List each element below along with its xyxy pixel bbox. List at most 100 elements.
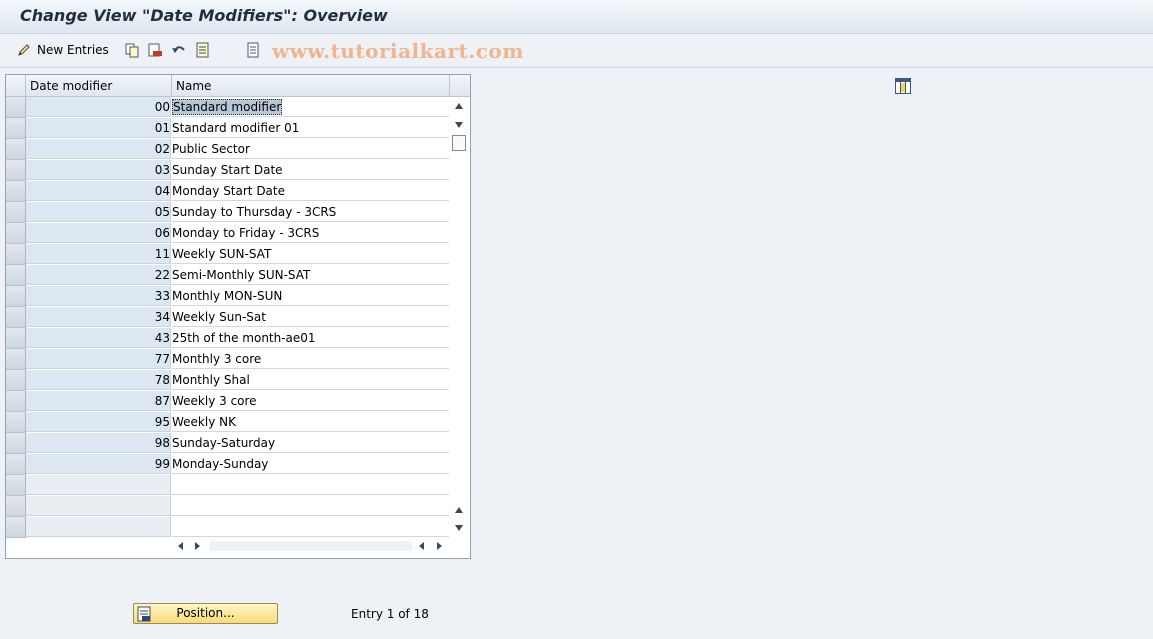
scroll-thumb[interactable] <box>452 135 466 151</box>
table-row[interactable]: 04 Monday Start Date <box>6 181 449 202</box>
table-row[interactable]: 33 Monthly MON-SUN <box>6 286 449 307</box>
name-text: Sunday Start Date <box>172 163 283 177</box>
empty-table-row[interactable] <box>6 517 449 538</box>
row-selector[interactable] <box>6 349 26 370</box>
table-row[interactable]: 98 Sunday-Saturday <box>6 433 449 454</box>
date-modifier-cell: 00 <box>26 97 171 117</box>
name-cell[interactable]: Sunday Start Date <box>172 160 449 180</box>
row-selector[interactable] <box>6 118 26 139</box>
vertical-scrollbar[interactable] <box>450 97 468 537</box>
date-modifier-cell: 11 <box>26 244 171 264</box>
name-cell[interactable]: Weekly NK <box>172 412 449 432</box>
name-text: Weekly NK <box>172 415 236 429</box>
table-row[interactable]: 87 Weekly 3 core <box>6 391 449 412</box>
name-cell[interactable]: Public Sector <box>172 139 449 159</box>
name-cell[interactable]: Sunday to Thursday - 3CRS <box>172 202 449 222</box>
name-cell[interactable] <box>172 475 449 495</box>
table-row[interactable]: 05 Sunday to Thursday - 3CRS <box>6 202 449 223</box>
table-row[interactable]: 43 25th of the month-ae01 <box>6 328 449 349</box>
name-cell[interactable]: Monthly 3 core <box>172 349 449 369</box>
scroll-up-icon[interactable] <box>455 103 463 109</box>
row-selector[interactable] <box>6 139 26 160</box>
name-text: Weekly SUN-SAT <box>172 247 272 261</box>
row-selector[interactable] <box>6 223 26 244</box>
row-selector[interactable] <box>6 202 26 223</box>
page-up-icon[interactable] <box>455 507 463 513</box>
print-button[interactable] <box>245 41 261 59</box>
table-row[interactable]: 78 Monthly Shal <box>6 370 449 391</box>
position-button[interactable]: Position... <box>133 603 278 624</box>
scroll-down-icon[interactable] <box>455 525 463 531</box>
empty-table-row[interactable] <box>6 475 449 496</box>
row-selector[interactable] <box>6 370 26 391</box>
select-all-icon <box>195 42 211 58</box>
row-selector[interactable] <box>6 244 26 265</box>
scroll-left-icon[interactable] <box>178 542 183 550</box>
page-title: Change View "Date Modifiers": Overview <box>20 6 388 25</box>
table-row[interactable]: 77 Monthly 3 core <box>6 349 449 370</box>
table-row[interactable]: 02 Public Sector <box>6 139 449 160</box>
row-selector[interactable] <box>6 328 26 349</box>
table-row[interactable]: 95 Weekly NK <box>6 412 449 433</box>
position-button-label: Position... <box>176 606 235 620</box>
column-header-name[interactable]: Name <box>172 75 450 97</box>
name-cell[interactable]: Semi-Monthly SUN-SAT <box>172 265 449 285</box>
table-row[interactable]: 34 Weekly Sun-Sat <box>6 307 449 328</box>
row-selector[interactable] <box>6 265 26 286</box>
name-cell[interactable]: Standard modifier 01 <box>172 118 449 138</box>
scroll-right-icon[interactable] <box>195 542 200 550</box>
table-row[interactable]: 99 Monday-Sunday <box>6 454 449 475</box>
row-selector[interactable] <box>6 517 26 538</box>
table-row[interactable]: 06 Monday to Friday - 3CRS <box>6 223 449 244</box>
date-modifier-cell: 34 <box>26 307 171 327</box>
horizontal-scrollbar[interactable] <box>172 537 450 555</box>
name-cell[interactable] <box>172 496 449 516</box>
row-selector[interactable] <box>6 496 26 517</box>
table-row[interactable]: 11 Weekly SUN-SAT <box>6 244 449 265</box>
date-modifier-cell: 05 <box>26 202 171 222</box>
name-cell[interactable]: Sunday-Saturday <box>172 433 449 453</box>
name-cell[interactable] <box>172 517 449 537</box>
copy-as-button[interactable] <box>124 41 140 59</box>
name-cell[interactable]: Monday-Sunday <box>172 454 449 474</box>
new-entries-label: New Entries <box>37 43 109 57</box>
row-selector[interactable] <box>6 97 26 118</box>
row-selector[interactable] <box>6 286 26 307</box>
name-cell[interactable]: Monday Start Date <box>172 181 449 201</box>
page-down-icon[interactable] <box>455 122 463 128</box>
name-cell[interactable]: Monday to Friday - 3CRS <box>172 223 449 243</box>
table-row[interactable]: 22 Semi-Monthly SUN-SAT <box>6 265 449 286</box>
table-row[interactable]: 03 Sunday Start Date <box>6 160 449 181</box>
row-selector[interactable] <box>6 181 26 202</box>
empty-table-row[interactable] <box>6 496 449 517</box>
table-control: Date modifier Name 00 Standard modifier 01… <box>5 74 911 559</box>
row-selector[interactable] <box>6 412 26 433</box>
name-cell[interactable]: Weekly SUN-SAT <box>172 244 449 264</box>
column-header-date-modifier[interactable]: Date modifier <box>26 75 172 97</box>
name-text: 25th of the month-ae01 <box>172 331 316 345</box>
name-cell[interactable]: 25th of the month-ae01 <box>172 328 449 348</box>
table-settings-icon[interactable] <box>895 78 911 94</box>
table-row[interactable]: 01 Standard modifier 01 <box>6 118 449 139</box>
row-selector[interactable] <box>6 391 26 412</box>
scroll-right-end-icon[interactable] <box>437 542 442 550</box>
row-selector[interactable] <box>6 475 26 496</box>
name-text: Monthly MON-SUN <box>172 289 283 303</box>
new-entries-button[interactable]: New Entries <box>16 41 109 59</box>
select-all-button[interactable] <box>195 41 211 59</box>
name-cell[interactable]: Weekly Sun-Sat <box>172 307 449 327</box>
name-cell[interactable]: Weekly 3 core <box>172 391 449 411</box>
horizontal-scroll-track[interactable] <box>210 541 412 551</box>
delete-button[interactable] <box>147 41 163 59</box>
row-selector[interactable] <box>6 433 26 454</box>
scroll-left-end-icon[interactable] <box>419 542 424 550</box>
row-selector[interactable] <box>6 454 26 475</box>
row-selector[interactable] <box>6 307 26 328</box>
undo-change-button[interactable] <box>171 41 187 59</box>
table-row[interactable]: 00 Standard modifier <box>6 97 449 118</box>
name-cell[interactable]: Standard modifier <box>172 97 449 117</box>
name-cell[interactable]: Monthly Shal <box>172 370 449 390</box>
name-text: Standard modifier 01 <box>172 121 300 135</box>
row-selector[interactable] <box>6 160 26 181</box>
name-cell[interactable]: Monthly MON-SUN <box>172 286 449 306</box>
